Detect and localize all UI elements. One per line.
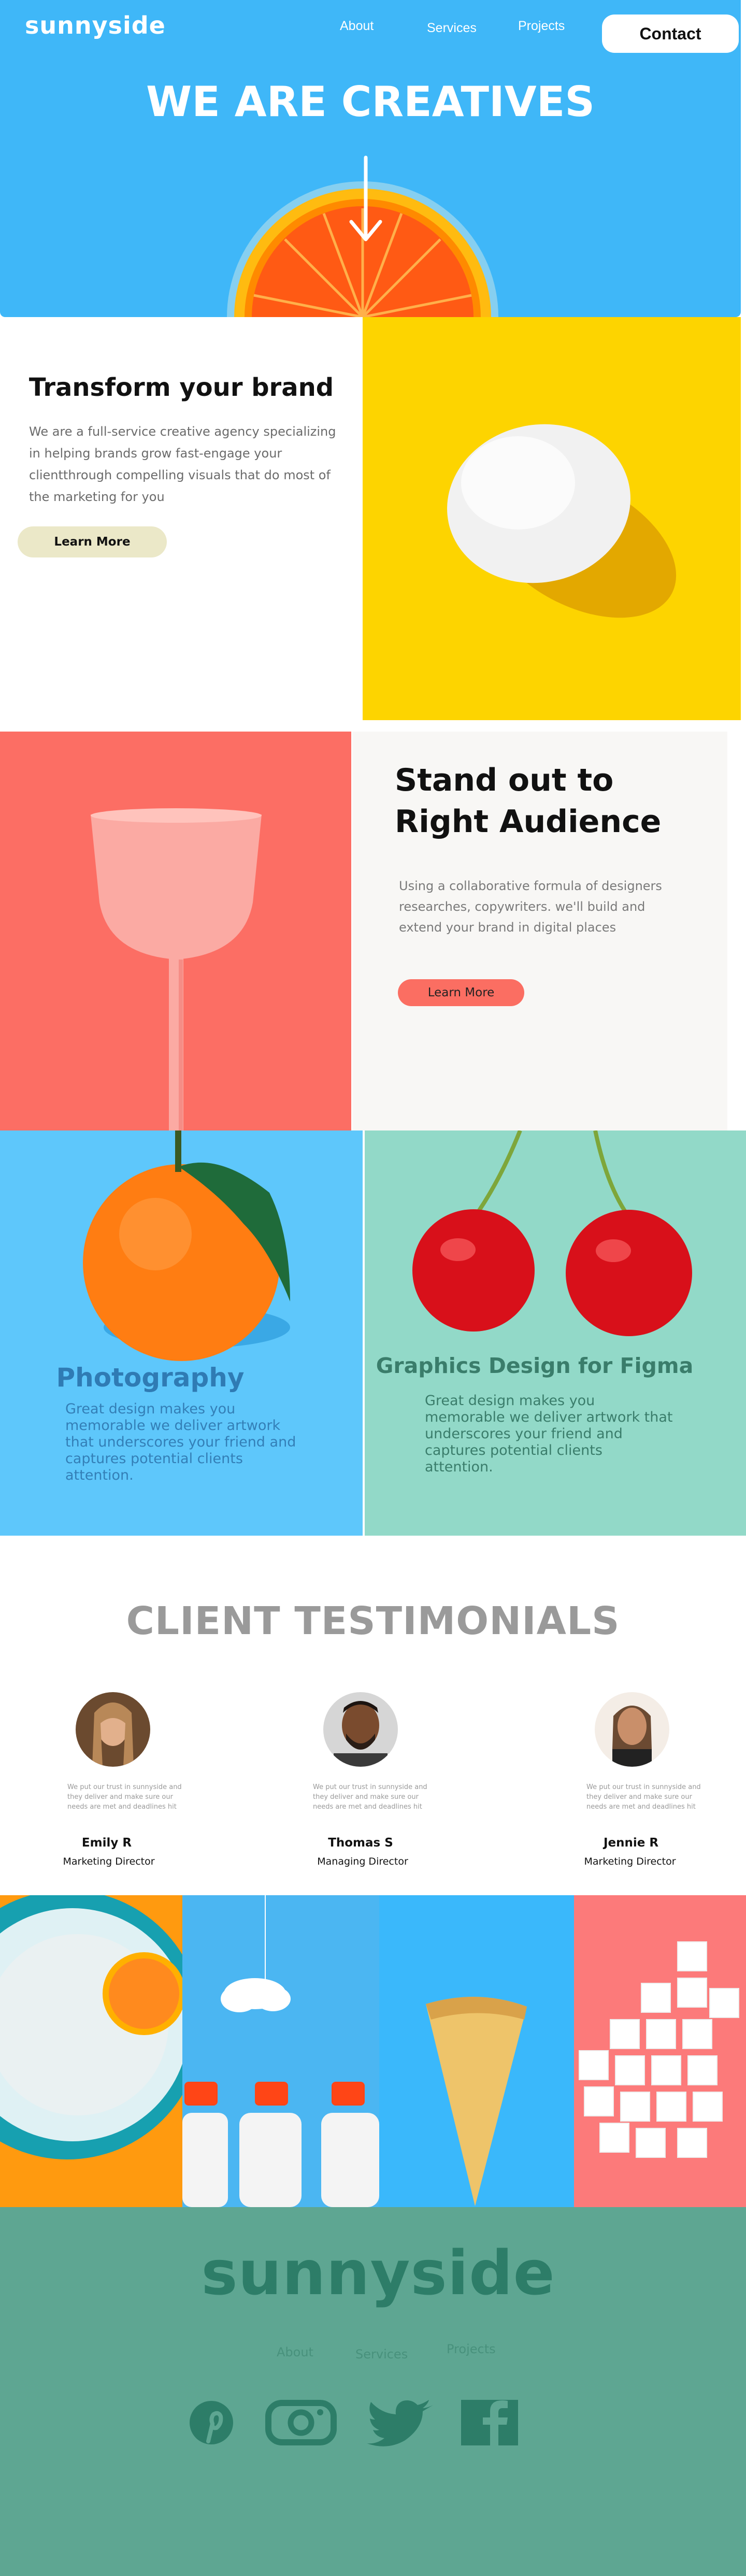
instagram-icon[interactable] [265,2399,337,2446]
footer-nav-services[interactable]: Services [355,2347,408,2362]
testimonial-name: Emily R [81,1836,132,1850]
testimonial-name: Thomas S [328,1836,393,1850]
nav-projects-link[interactable]: Projects [518,19,565,34]
nav-about-link[interactable]: About [340,19,374,34]
glass-image [0,732,351,1130]
photography-title: Photography [56,1363,245,1393]
photography-body: Great design makes you memorable we deli… [65,1401,296,1483]
footer-nav-about[interactable]: About [277,2345,313,2359]
gallery-sugar-cubes [574,1895,746,2207]
contact-button[interactable]: Contact [602,15,739,53]
hero-title: WE ARE CREATIVES [146,78,595,126]
avatar-jennie [595,1692,669,1767]
testimonial-name: Jennie R [603,1836,659,1850]
learn-more-button-2[interactable]: Learn More [398,979,524,1006]
testimonials-title: CLIENT TESTIMONIALS [126,1599,620,1643]
testimonial-quote: We put our trust in sunnyside and they d… [586,1783,701,1811]
standout-title: Stand out to Right Audience [395,762,662,840]
graphics-design-title: Graphics Design for Figma [376,1353,694,1378]
avatar-emily [76,1692,150,1767]
testimonial-quote: We put our trust in sunnyside and they d… [313,1783,427,1811]
footer-logo[interactable]: sunnyside [0,2237,746,2309]
arrow-down-icon[interactable] [348,155,383,245]
gallery-milk-bottles [182,1895,379,2207]
transform-body: We are a full-service creative agency sp… [29,424,336,504]
testimonial-role: Marketing Director [63,1856,155,1867]
twitter-icon[interactable] [367,2399,435,2446]
facebook-icon[interactable] [459,2399,520,2446]
footer-nav-projects[interactable]: Projects [447,2342,496,2356]
gallery-orange-plate [0,1895,182,2207]
testimonial-role: Managing Director [317,1856,408,1867]
transform-title: Transform your brand [28,373,334,402]
testimonial-role: Marketing Director [584,1856,676,1867]
standout-body: Using a collaborative formula of designe… [399,879,662,935]
egg-image [363,317,741,720]
nav-services-link[interactable]: Services [427,21,477,36]
testimonial-quote: We put our trust in sunnyside and they d… [67,1783,182,1811]
learn-more-button[interactable]: Learn More [18,526,167,557]
gallery-ice-cream-cone [379,1895,574,2207]
logo[interactable]: sunnyside [25,11,166,39]
avatar-thomas [323,1692,398,1767]
pinterest-icon[interactable] [188,2399,235,2446]
graphics-design-body: Great design makes you memorable we deli… [425,1393,673,1475]
